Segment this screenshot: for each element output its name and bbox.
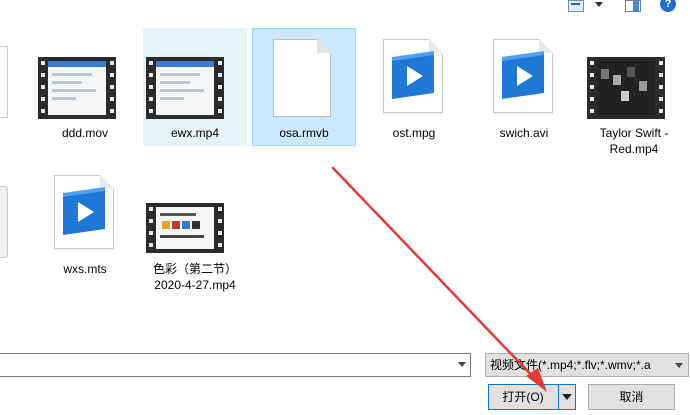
file-type-value: 视频文件(*.mp4;*.flv;*.wmv;*.a xyxy=(490,358,651,372)
file-name-input[interactable] xyxy=(0,353,471,377)
file-item[interactable]: Taylor Swift - Red.mp4 xyxy=(582,28,686,156)
file-item[interactable]: ewx.mp4 xyxy=(143,28,247,146)
video-file-icon xyxy=(363,35,465,121)
partial-file-icon[interactable] xyxy=(0,186,8,258)
file-name: swich.avi xyxy=(499,126,549,140)
chevron-down-icon[interactable] xyxy=(595,2,603,7)
preview-pane-icon[interactable] xyxy=(625,0,641,12)
cancel-button[interactable]: 取消 xyxy=(588,384,675,410)
chevron-down-icon xyxy=(675,363,683,368)
file-name: ost.mpg xyxy=(392,126,436,140)
file-item[interactable]: 色彩（第二节）2020-4-27.mp4 xyxy=(143,164,247,292)
toolbar: ? xyxy=(0,0,690,16)
file-item[interactable]: ost.mpg xyxy=(362,28,466,146)
video-thumbnail xyxy=(34,35,136,121)
open-button-label: 打开(O) xyxy=(502,390,544,404)
video-file-icon xyxy=(473,35,575,121)
file-item[interactable]: osa.rmvb xyxy=(252,28,356,146)
open-button[interactable]: 打开(O) xyxy=(488,384,576,410)
file-name: 色彩（第二节）2020-4-27.mp4 xyxy=(152,262,237,292)
open-options-dropdown-icon[interactable] xyxy=(562,394,572,400)
video-file-icon xyxy=(34,171,136,257)
file-name: wxs.mts xyxy=(63,262,107,276)
partial-file-icon[interactable] xyxy=(0,46,8,118)
file-name: ewx.mp4 xyxy=(170,126,220,140)
file-type-select[interactable]: 视频文件(*.mp4;*.flv;*.wmv;*.a xyxy=(485,353,689,377)
video-thumbnail xyxy=(583,35,685,121)
file-name: ddd.mov xyxy=(61,126,109,140)
file-item[interactable]: swich.avi xyxy=(472,28,576,146)
help-icon[interactable]: ? xyxy=(660,0,676,12)
file-name: Taylor Swift - Red.mp4 xyxy=(599,126,669,156)
file-item[interactable]: ddd.mov xyxy=(33,28,137,146)
video-thumbnail xyxy=(144,35,246,121)
file-name: osa.rmvb xyxy=(279,126,329,140)
split-divider xyxy=(558,385,559,409)
chevron-down-icon[interactable] xyxy=(458,362,466,367)
document-icon xyxy=(253,35,355,121)
view-options-icon[interactable] xyxy=(568,0,584,12)
video-thumbnail xyxy=(144,171,246,257)
file-item[interactable]: wxs.mts xyxy=(33,164,137,282)
